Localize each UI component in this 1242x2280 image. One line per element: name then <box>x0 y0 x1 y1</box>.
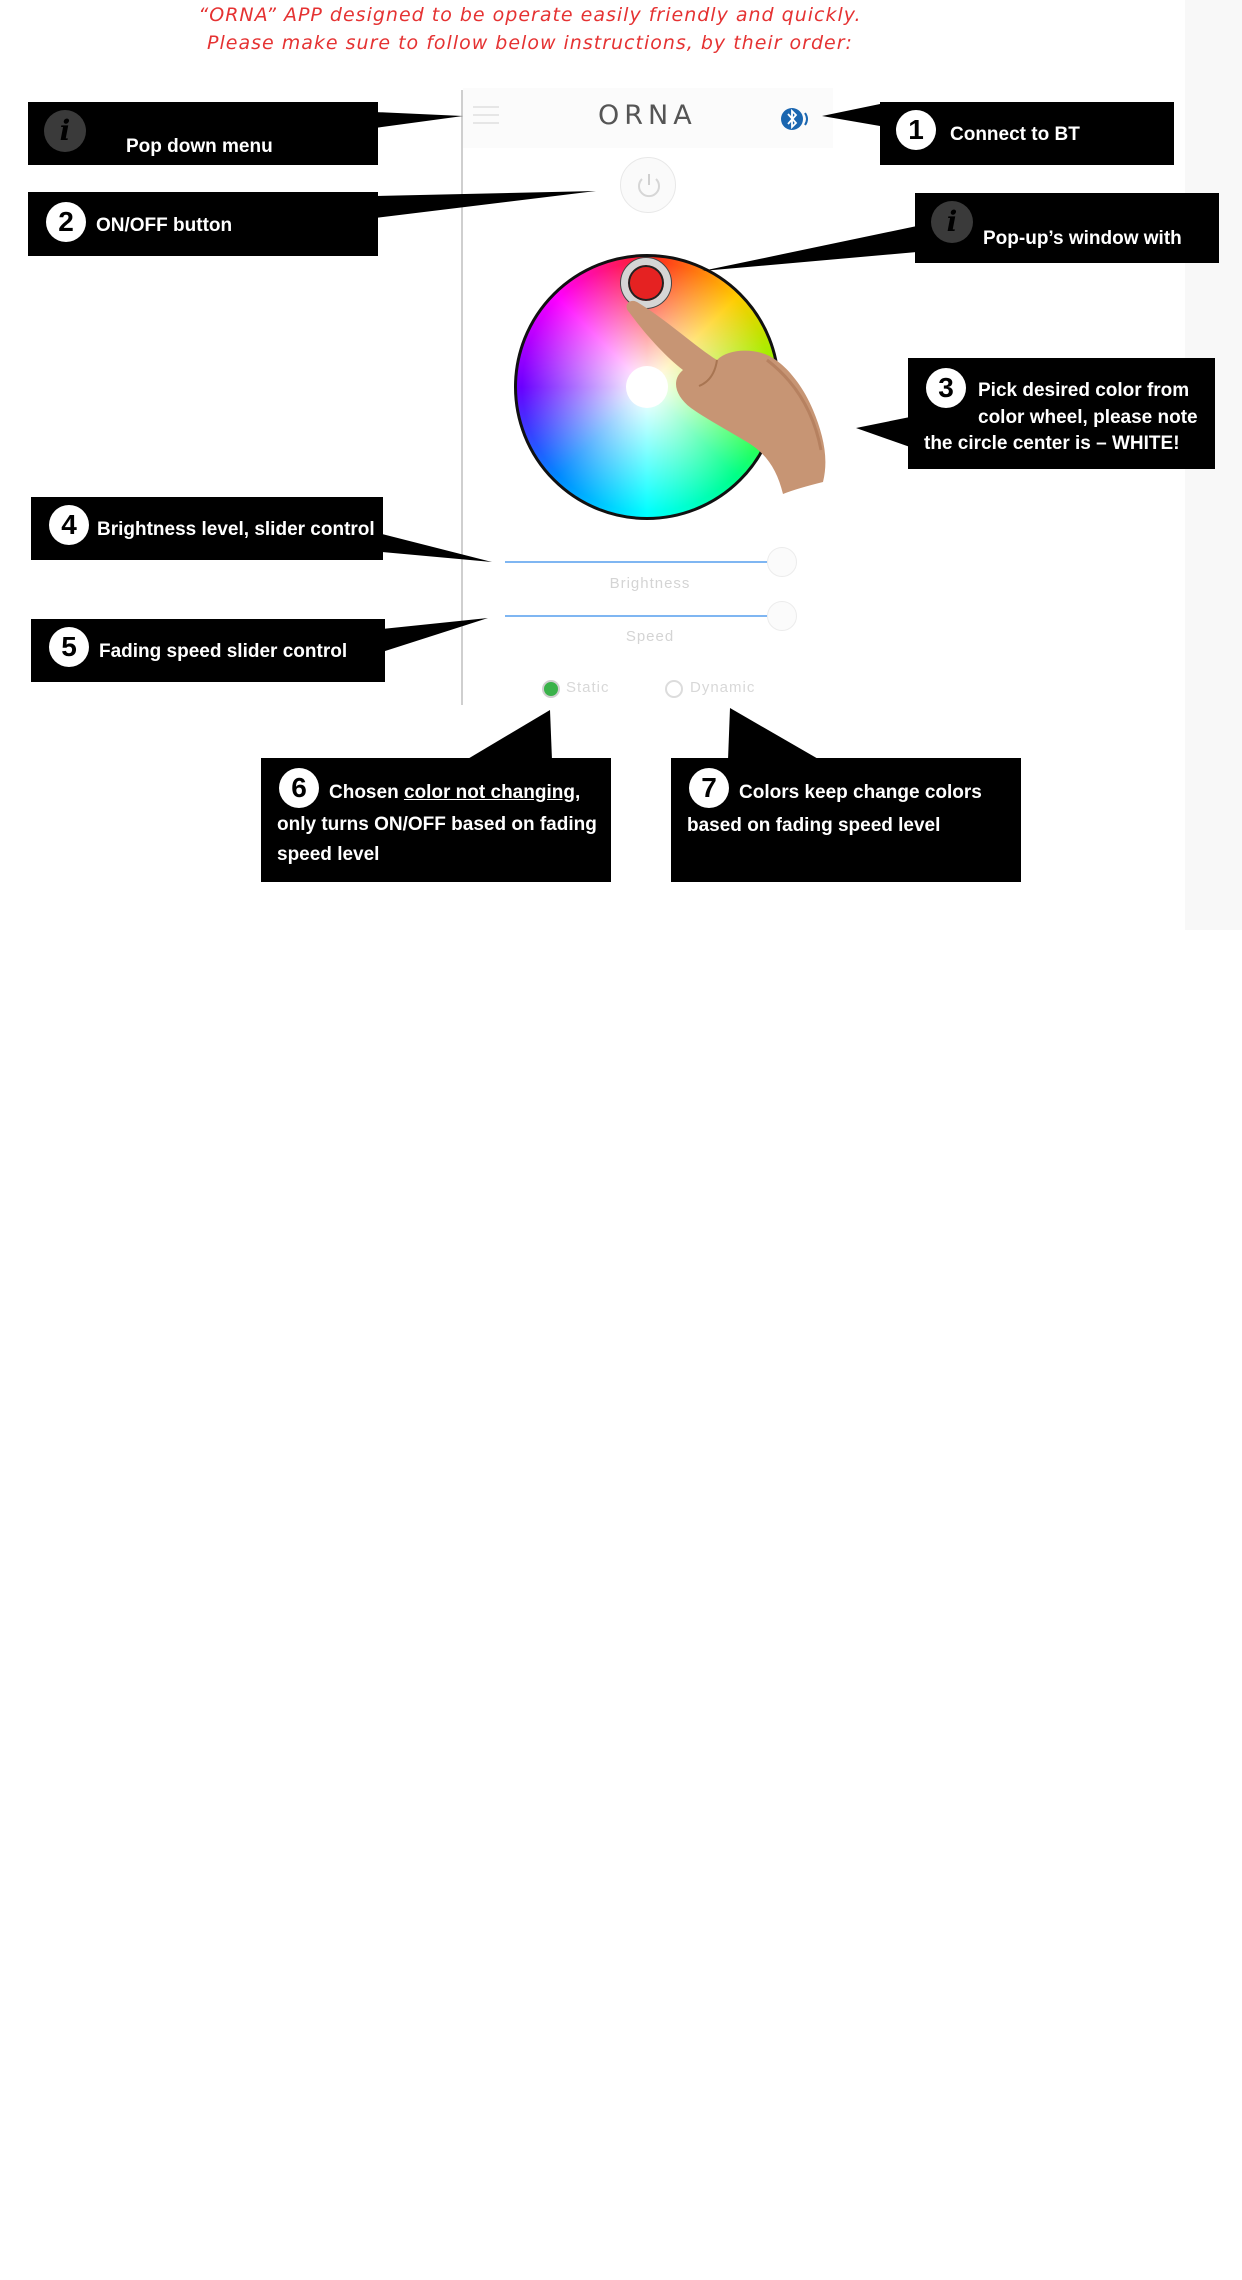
pointer-static <box>466 710 552 760</box>
step-number-2: 2 <box>46 202 86 242</box>
callout-static-underlined: color not changing <box>403 782 575 803</box>
pointer-onoff <box>375 191 596 218</box>
pointer-menu <box>375 112 463 128</box>
info-icon: i <box>931 201 973 243</box>
callout-dynamic-line-2: based on fading speed level <box>687 815 941 836</box>
callout-static-line-1: Chosen color not changing, <box>329 778 580 808</box>
callout-static: 6 Chosen color not changing, only turns … <box>261 758 611 882</box>
step-number-4: 4 <box>49 505 89 545</box>
callout-connect: 1 Connect to BT <box>880 102 1174 165</box>
step-number-3: 3 <box>926 368 966 408</box>
callout-color-line-1: Pick desired color from <box>978 380 1190 401</box>
callout-connect-text: Connect to BT <box>950 124 1080 145</box>
step-number-7: 7 <box>689 768 729 808</box>
callout-menu: i Pop down menu <box>28 102 378 165</box>
callout-dynamic-line-1: Colors keep change colors <box>739 782 982 803</box>
pointer-dynamic <box>728 708 820 760</box>
callout-onoff: 2 ON/OFF button <box>28 192 378 256</box>
callout-static-line-3: speed level <box>277 844 380 865</box>
callout-popup-text: Pop-up’s window with <box>983 228 1182 249</box>
callout-brightness-text: Brightness level, slider control <box>97 519 375 540</box>
callout-popup: i Pop-up’s window with <box>915 193 1219 263</box>
pointer-popup <box>702 226 917 271</box>
step-number-6: 6 <box>279 768 319 808</box>
pointer-speed <box>382 618 488 652</box>
callout-static-line-2: only turns ON/OFF based on fading <box>277 814 597 835</box>
step-number-5: 5 <box>49 627 89 667</box>
pointer-color <box>856 417 910 447</box>
callout-color-line-3: the circle center is – WHITE! <box>924 433 1180 454</box>
callout-static-pre: Chosen <box>329 782 404 803</box>
step-number-1: 1 <box>896 110 936 150</box>
callout-color: 3 Pick desired color from color wheel, p… <box>908 358 1215 469</box>
info-icon: i <box>44 110 86 152</box>
callout-speed-text: Fading speed slider control <box>99 641 348 662</box>
pointer-connect <box>822 104 880 126</box>
callout-static-post: , <box>574 782 581 803</box>
callout-brightness: 4 Brightness level, slider control <box>31 497 383 560</box>
callout-dynamic: 7 Colors keep change colors based on fad… <box>671 758 1021 882</box>
callout-speed: 5 Fading speed slider control <box>31 619 385 682</box>
callout-menu-text: Pop down menu <box>126 136 273 157</box>
pointer-brightness <box>382 534 492 562</box>
callout-onoff-text: ON/OFF button <box>96 215 233 236</box>
